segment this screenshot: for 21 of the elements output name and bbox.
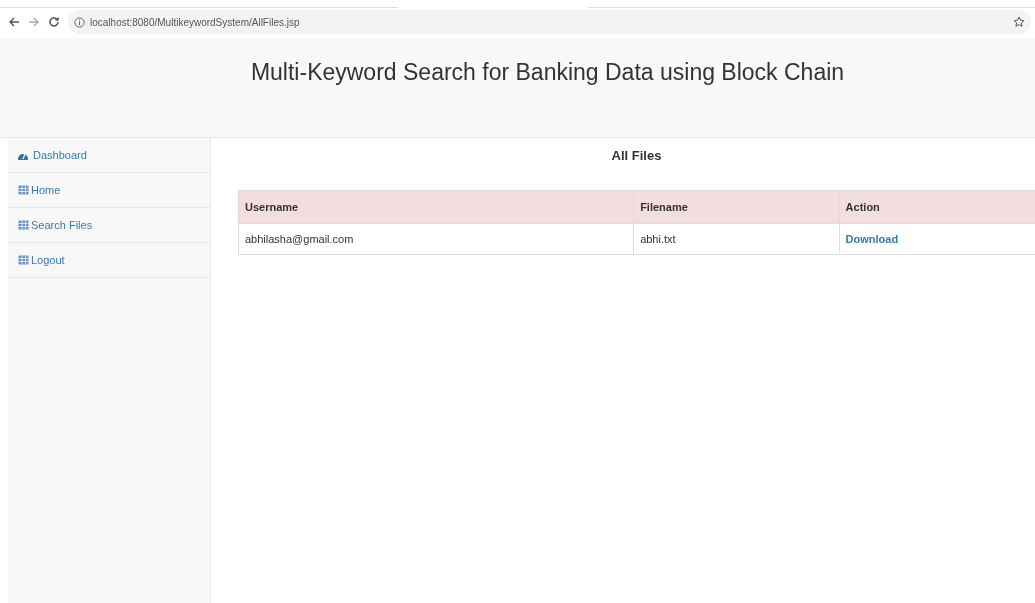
sidebar-item[interactable]: Search Files — [8, 208, 210, 243]
sidebar-item[interactable]: Dashboard — [8, 138, 210, 173]
section-heading: All Files — [610, 147, 663, 165]
table-cell: abhi.txt — [633, 223, 840, 255]
table-icon — [18, 255, 29, 265]
sidebar-item[interactable]: Logout — [8, 243, 210, 278]
column-header: Username — [238, 190, 634, 224]
reload-icon[interactable] — [48, 16, 60, 28]
column-header: Action — [839, 190, 1035, 224]
download-link[interactable]: Download — [845, 233, 899, 245]
info-icon — [74, 16, 85, 28]
page-title: Multi-Keyword Search for Banking Data using Block Chain — [250, 59, 845, 87]
table-icon — [18, 220, 29, 230]
sidebar-item[interactable]: Home — [8, 173, 210, 208]
star-icon[interactable] — [1013, 16, 1025, 28]
url-text: localhost:8080/MultikeywordSystem/AllFiles.jsp — [90, 16, 300, 28]
table-icon — [18, 185, 29, 195]
table-cell: abhilasha@gmail.com — [238, 223, 634, 255]
column-header: Filename — [633, 190, 840, 224]
back-icon[interactable] — [8, 16, 20, 28]
address-bar[interactable]: localhost:8080/MultikeywordSystem/AllFiles.jsp — [68, 10, 1031, 34]
